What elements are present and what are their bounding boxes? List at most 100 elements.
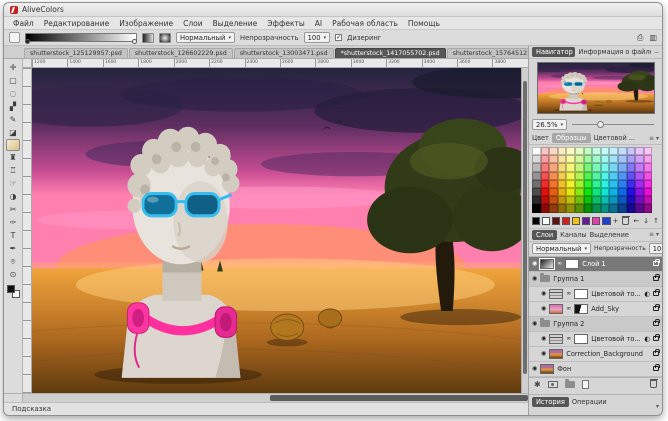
swatch-5-9[interactable]	[618, 188, 627, 196]
swatch-gray-2[interactable]	[532, 163, 541, 171]
swatch-0-8[interactable]	[609, 147, 618, 155]
radial-gradient-icon[interactable]	[159, 33, 171, 43]
swatch-1-1[interactable]	[549, 155, 558, 163]
swatch-gray-6[interactable]	[532, 196, 541, 204]
menu-item-file[interactable]: Файл	[8, 19, 39, 28]
swatch-6-5[interactable]	[584, 196, 593, 204]
swatch-3-11[interactable]	[635, 172, 644, 180]
recent-swatch-3[interactable]	[562, 217, 570, 225]
swatch-3-2[interactable]	[558, 172, 567, 180]
layer-blend-mode-select[interactable]: Нормальный ▾	[532, 243, 591, 254]
swatch-7-2[interactable]	[558, 204, 567, 212]
visibility-eye-icon[interactable]: ◉	[532, 320, 537, 327]
dither-checkbox[interactable]: ✓	[335, 34, 342, 41]
swatch-2-10[interactable]	[627, 163, 636, 171]
layer-row-2[interactable]: ◉∞Цветовой то...◐	[529, 287, 662, 302]
layer-effects-icon[interactable]: ✱	[534, 380, 541, 389]
horizontal-scrollbar[interactable]	[23, 394, 528, 402]
swatch-0-4[interactable]	[575, 147, 584, 155]
menu-item-image[interactable]: Изображение	[114, 19, 178, 28]
export-swatches-icon[interactable]: ↑	[653, 217, 659, 225]
zoom-level-select[interactable]: 26.5% ▾	[532, 119, 567, 130]
pen-tool[interactable]: ✒	[6, 242, 21, 255]
gradient-stop-left[interactable]	[25, 39, 30, 44]
swatch-5-1[interactable]	[549, 188, 558, 196]
swatch-2-0[interactable]	[541, 163, 550, 171]
layer-mask-thumbnail[interactable]	[574, 304, 588, 314]
pencil-tool[interactable]: ✎	[6, 113, 21, 126]
swatch-3-10[interactable]	[627, 172, 636, 180]
swatch-0-7[interactable]	[601, 147, 610, 155]
swatch-0-10[interactable]	[627, 147, 636, 155]
lock-icon[interactable]	[653, 321, 659, 326]
swatch-0-9[interactable]	[618, 147, 627, 155]
dodge-tool[interactable]: ◑	[6, 190, 21, 203]
recent-swatch-7[interactable]	[602, 217, 610, 225]
smudge-tool[interactable]: ☞	[6, 177, 21, 190]
back-icon[interactable]: ←	[633, 217, 639, 225]
layer-thumbnail[interactable]	[549, 304, 563, 314]
swatch-6-7[interactable]	[601, 196, 610, 204]
import-swatches-icon[interactable]: ↓	[643, 217, 649, 225]
move-tool[interactable]: ✛	[6, 61, 21, 74]
swatch-2-9[interactable]	[618, 163, 627, 171]
lock-icon[interactable]	[653, 261, 659, 266]
panel-menu-icon[interactable]: ≡	[649, 231, 654, 238]
menu-item-ai[interactable]: AI	[310, 19, 327, 28]
swatch-5-3[interactable]	[566, 188, 575, 196]
add-mask-icon[interactable]	[548, 381, 558, 388]
swatch-5-11[interactable]	[635, 188, 644, 196]
swatch-1-4[interactable]	[575, 155, 584, 163]
swatch-3-0[interactable]	[541, 172, 550, 180]
visibility-eye-icon[interactable]: ◉	[532, 365, 537, 372]
layer-thumbnail[interactable]	[549, 349, 563, 359]
menu-item-edit[interactable]: Редактирование	[39, 19, 114, 28]
swatch-1-9[interactable]	[618, 155, 627, 163]
swatch-gray-5[interactable]	[532, 188, 541, 196]
swatch-6-6[interactable]	[592, 196, 601, 204]
recent-swatch-5[interactable]	[582, 217, 590, 225]
swatch-3-8[interactable]	[609, 172, 618, 180]
swatch-1-7[interactable]	[601, 155, 610, 163]
layer-thumbnail[interactable]	[540, 364, 554, 374]
swatch-7-6[interactable]	[592, 204, 601, 212]
swatch-2-7[interactable]	[601, 163, 610, 171]
lock-icon[interactable]	[653, 291, 659, 296]
foreground-color-swatch[interactable]	[7, 285, 15, 293]
add-swatch-icon[interactable]: +	[613, 217, 619, 225]
swatch-7-10[interactable]	[627, 204, 636, 212]
tab-swatches[interactable]: Образцы	[552, 133, 591, 143]
layer-mask-thumbnail[interactable]	[574, 289, 588, 299]
swatch-6-2[interactable]	[558, 196, 567, 204]
swatch-gray-7[interactable]	[532, 204, 541, 212]
chevron-down-icon[interactable]: ▾	[656, 135, 659, 142]
swatch-2-6[interactable]	[592, 163, 601, 171]
clone-stamp-tool[interactable]: ♜	[6, 151, 21, 164]
layer-row-5[interactable]: ◉∞Цветовой то...◐	[529, 332, 662, 347]
swatch-3-7[interactable]	[601, 172, 610, 180]
swatch-6-9[interactable]	[618, 196, 627, 204]
swatch-7-8[interactable]	[609, 204, 618, 212]
linear-gradient-icon[interactable]	[142, 33, 154, 43]
zoom-slider-knob[interactable]	[597, 121, 604, 128]
menu-item-effects[interactable]: Эффекты	[262, 19, 310, 28]
tab-file-info[interactable]: Информация о файле	[578, 48, 651, 56]
swatch-0-11[interactable]	[635, 147, 644, 155]
new-group-icon[interactable]	[565, 381, 575, 388]
swatch-0-2[interactable]	[558, 147, 567, 155]
layer-thumbnail[interactable]	[540, 259, 554, 269]
delete-layer-icon[interactable]	[650, 380, 657, 388]
swatch-0-5[interactable]	[584, 147, 593, 155]
visibility-eye-icon[interactable]: ◉	[541, 335, 546, 342]
swatch-5-7[interactable]	[601, 188, 610, 196]
visibility-eye-icon[interactable]: ◉	[532, 260, 537, 267]
swatch-7-12[interactable]	[644, 204, 653, 212]
swatch-6-8[interactable]	[609, 196, 618, 204]
swatch-5-4[interactable]	[575, 188, 584, 196]
layer-row-0[interactable]: ◉∞Слой 1	[529, 257, 662, 272]
opacity-select[interactable]: 100 ▾	[304, 32, 331, 43]
layer-row-4[interactable]: ◉Группа 2	[529, 317, 662, 332]
recent-swatch-1[interactable]	[542, 217, 550, 225]
marquee-tool[interactable]: ▢	[6, 74, 21, 87]
swatch-0-6[interactable]	[592, 147, 601, 155]
